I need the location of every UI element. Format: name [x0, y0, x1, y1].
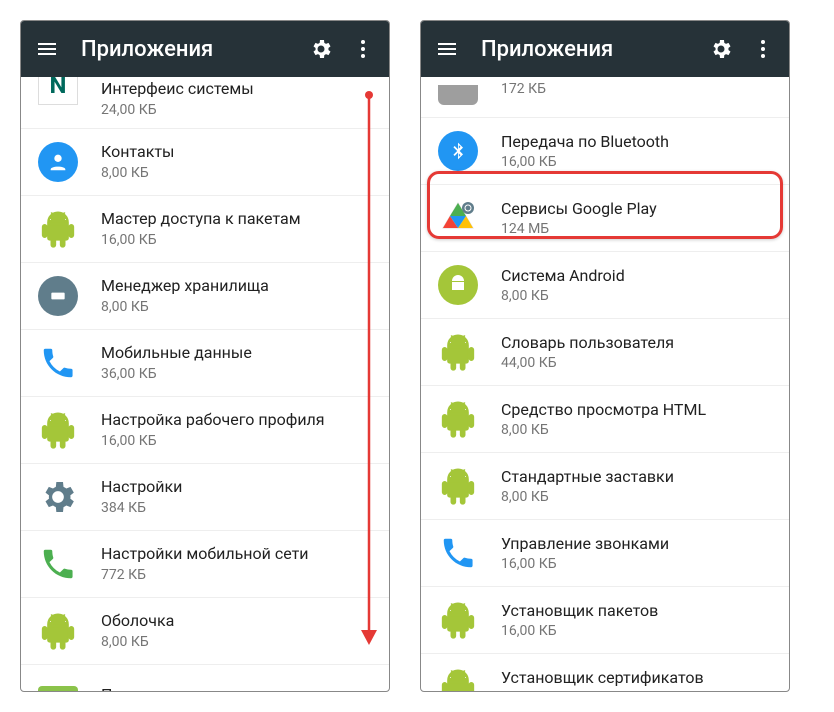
- menu-icon[interactable]: [35, 37, 59, 61]
- app-size: 124 МБ: [501, 221, 657, 237]
- android-icon: [37, 409, 79, 451]
- contacts-icon: [37, 141, 79, 183]
- android-icon: [437, 465, 479, 507]
- letter-n-icon: N: [37, 77, 79, 105]
- storage-icon: [37, 275, 79, 317]
- android-circle-icon: [437, 264, 479, 306]
- app-size: 44,00 КБ: [501, 355, 674, 371]
- app-row[interactable]: Память календаря: [21, 664, 389, 691]
- app-row[interactable]: Мастер доступа к пакетам 16,00 КБ: [21, 195, 389, 262]
- app-name: Менеджер хранилища: [101, 276, 269, 297]
- app-name: Словарь пользователя: [501, 333, 674, 354]
- toolbar: Приложения: [421, 21, 789, 77]
- app-size: 384 КБ: [101, 500, 182, 516]
- phone-green-icon: [37, 543, 79, 585]
- app-name: Память календаря: [101, 685, 243, 691]
- app-size: 8,00 КБ: [501, 489, 674, 505]
- app-name: Управление звонками: [501, 534, 669, 555]
- app-row[interactable]: Стандартные заставки8,00 КБ: [421, 452, 789, 519]
- app-size: 8,00 КБ: [501, 690, 704, 691]
- app-size: 16,00 КБ: [501, 623, 658, 639]
- toolbar-title: Приложения: [481, 37, 709, 62]
- android-icon: [37, 610, 79, 652]
- gray-icon: [437, 77, 479, 105]
- app-size: 16,00 КБ: [501, 556, 669, 572]
- app-row[interactable]: Настройка рабочего профиля 16,00 КБ: [21, 396, 389, 463]
- play-services-icon: [437, 197, 479, 239]
- app-name: Средство просмотра HTML: [501, 400, 706, 421]
- app-size: 36,00 КБ: [101, 366, 252, 382]
- app-size: 8,00 КБ: [501, 422, 706, 438]
- app-name: Настройка рабочего профиля: [101, 410, 325, 431]
- gear-icon[interactable]: [309, 37, 333, 61]
- app-row[interactable]: Настройки 384 КБ: [21, 463, 389, 530]
- app-name: Передача по Bluetooth: [501, 132, 669, 153]
- app-row[interactable]: Установщик сертификатов8,00 КБ: [421, 653, 789, 691]
- app-row[interactable]: Контакты 8,00 КБ: [21, 128, 389, 195]
- phone-blue-icon: [37, 342, 79, 384]
- app-name: Настройки мобильной сети: [101, 544, 309, 565]
- app-name: Установщик пакетов: [501, 601, 658, 622]
- app-row[interactable]: Средство просмотра HTML8,00 КБ: [421, 385, 789, 452]
- app-name: Стандартные заставки: [501, 467, 674, 488]
- app-name: Система Android: [501, 266, 625, 287]
- app-size: 772 КБ: [101, 567, 309, 583]
- app-name: Установщик сертификатов: [501, 668, 704, 689]
- app-size: 8,00 КБ: [101, 165, 174, 181]
- app-size: 8,00 КБ: [101, 634, 174, 650]
- app-list-left[interactable]: N Интерфеис системы 24,00 КБ Контакты 8,00 К…: [21, 77, 389, 691]
- app-row[interactable]: Установщик пакетов16,00 КБ: [421, 586, 789, 653]
- app-size: 8,00 КБ: [101, 299, 269, 315]
- app-name: Мастер доступа к пакетам: [101, 209, 301, 230]
- android-icon: [437, 331, 479, 373]
- app-name: Мобильные данные: [101, 343, 252, 364]
- phone-right: Приложения 172 КБПередача по Bluetooth16…: [420, 20, 790, 692]
- app-name: Настройки: [101, 477, 182, 498]
- app-list-right[interactable]: 172 КБПередача по Bluetooth16,00 КБСерви…: [421, 77, 789, 691]
- app-size: 8,00 КБ: [501, 288, 625, 304]
- app-row[interactable]: 172 КБ: [421, 77, 789, 117]
- phone-blue-icon: [437, 532, 479, 574]
- calendar-icon: [37, 675, 79, 691]
- gear-icon[interactable]: [709, 37, 733, 61]
- bluetooth-icon: [437, 130, 479, 172]
- android-icon: [37, 208, 79, 250]
- android-icon: [437, 666, 479, 691]
- app-size: 24,00 КБ: [101, 102, 254, 118]
- toolbar: Приложения: [21, 21, 389, 77]
- app-name: Сервисы Google Play: [501, 199, 657, 220]
- app-size: 16,00 КБ: [101, 232, 301, 248]
- app-row[interactable]: Настройки мобильной сети 772 КБ: [21, 530, 389, 597]
- app-name: Интерфеис системы: [101, 79, 254, 100]
- app-row[interactable]: Словарь пользователя44,00 КБ: [421, 318, 789, 385]
- app-name: Оболочка: [101, 611, 174, 632]
- app-row[interactable]: Управление звонками16,00 КБ: [421, 519, 789, 586]
- app-row[interactable]: Система Android8,00 КБ: [421, 251, 789, 318]
- menu-icon[interactable]: [435, 37, 459, 61]
- app-row[interactable]: N Интерфеис системы 24,00 КБ: [21, 77, 389, 128]
- app-row[interactable]: Передача по Bluetooth16,00 КБ: [421, 117, 789, 184]
- android-icon: [437, 398, 479, 440]
- app-size: 16,00 КБ: [501, 154, 669, 170]
- app-row[interactable]: Сервисы Google Play124 МБ: [421, 184, 789, 251]
- settings-icon: [37, 476, 79, 518]
- toolbar-title: Приложения: [81, 37, 309, 62]
- phone-left: Приложения N Интерфеис системы 24,00 КБ Кон…: [20, 20, 390, 692]
- app-size: 16,00 КБ: [101, 433, 325, 449]
- app-name: Контакты: [101, 142, 174, 163]
- app-row[interactable]: Оболочка 8,00 КБ: [21, 597, 389, 664]
- more-icon[interactable]: [751, 37, 775, 61]
- more-icon[interactable]: [351, 37, 375, 61]
- app-row[interactable]: Мобильные данные 36,00 КБ: [21, 329, 389, 396]
- app-row[interactable]: Менеджер хранилища 8,00 КБ: [21, 262, 389, 329]
- android-icon: [437, 599, 479, 641]
- app-size: 172 КБ: [501, 81, 546, 97]
